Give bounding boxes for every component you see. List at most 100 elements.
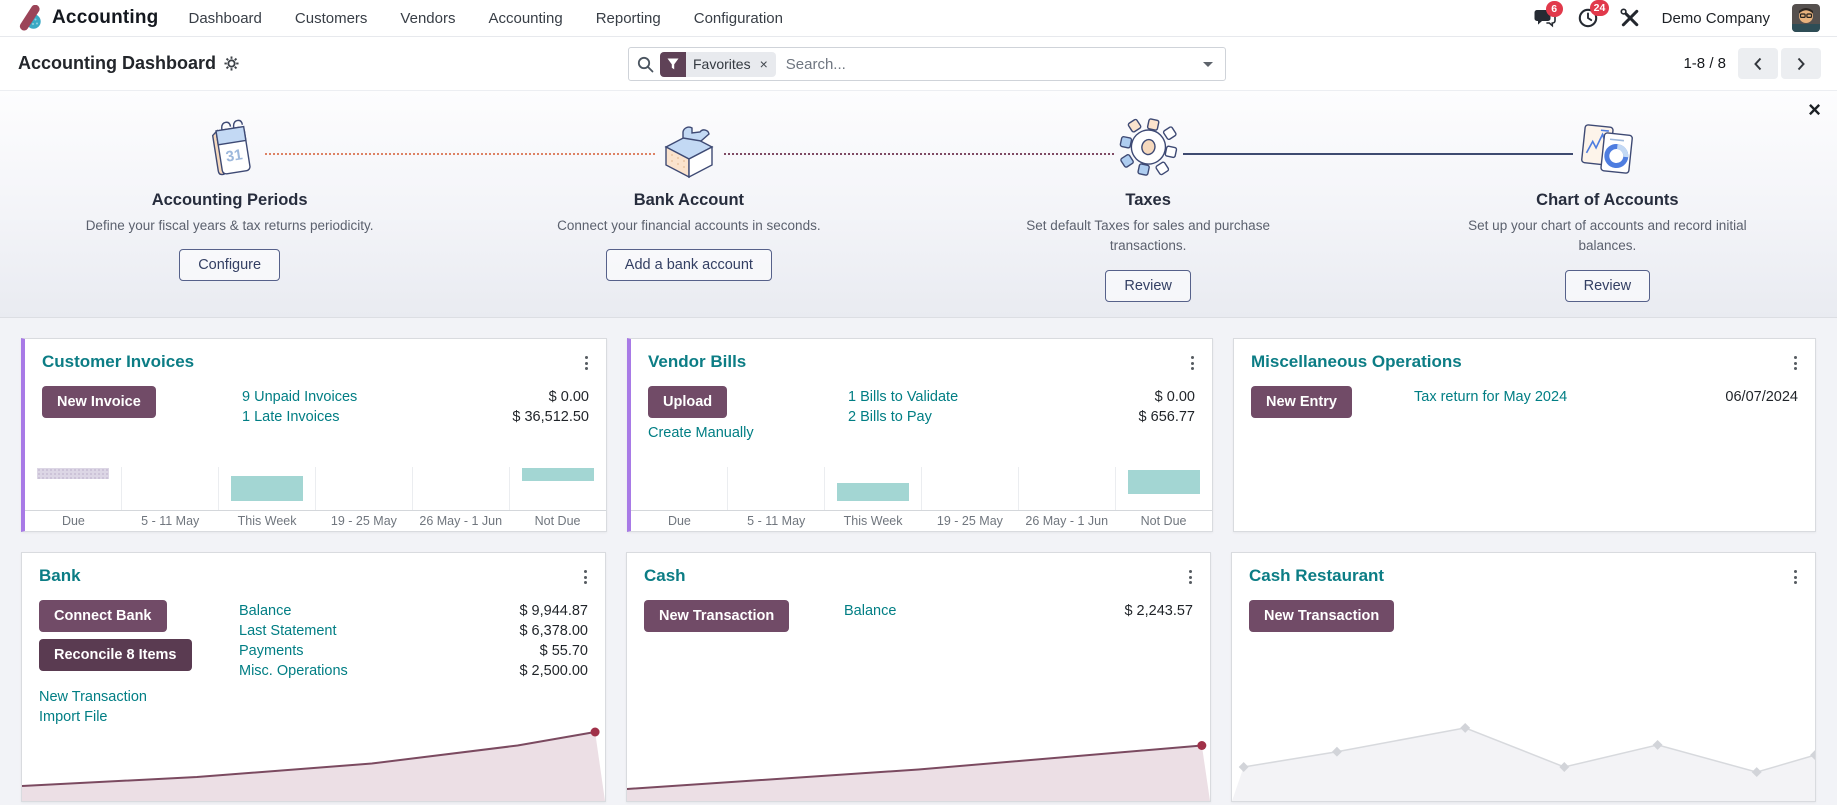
activities-badge: 24 [1589,0,1610,16]
kebab-menu-icon[interactable] [1788,566,1803,588]
card-title-vendor-bills[interactable]: Vendor Bills [648,352,746,372]
cash-restaurant-trend-chart [1232,716,1815,801]
review-chart-of-accounts-button[interactable]: Review [1564,269,1651,302]
connect-bank-button[interactable]: Connect Bank [39,600,167,632]
gear-illustration-icon [1116,111,1180,181]
bank-payments-amount: $ 55.70 [539,643,588,659]
step-title: Taxes [1125,191,1171,209]
kpi-row: Balance $ 9,944.87 [239,603,588,619]
step-accounting-periods: 31 Accounting Periods Define your fiscal… [0,111,459,302]
card-title-cash-restaurant[interactable]: Cash Restaurant [1249,566,1384,586]
menu-configuration[interactable]: Configuration [694,10,783,27]
step-description: Connect your financial accounts in secon… [557,218,821,233]
activities-button[interactable]: 24 [1578,0,1610,28]
onboarding-steps: 31 Accounting Periods Define your fiscal… [0,91,1837,302]
filter-remove-icon[interactable]: × [758,57,776,71]
filter-funnel-icon[interactable] [660,51,686,77]
kpi-row: Tax return for May 2024 06/07/2024 [1414,389,1798,405]
card-vendor-bills: Vendor Bills Upload Create Manually 1 Bi… [627,338,1213,532]
new-invoice-button[interactable]: New Invoice [42,386,156,418]
banner-close-icon[interactable]: × [1808,99,1821,121]
onboarding-banner: × 31 Accounting Periods Define your fisc… [0,90,1837,318]
apps-menu-button[interactable]: Accounting [17,5,159,31]
kebab-menu-icon[interactable] [1185,352,1200,374]
menu-dashboard[interactable]: Dashboard [189,10,262,27]
customer-invoices-chart: Due 5 - 11 May This Week 19 - 25 May 26 May … [25,467,606,531]
card-title-customer-invoices[interactable]: Customer Invoices [42,352,194,372]
bank-balance-link[interactable]: Balance [239,603,291,619]
kebab-menu-icon[interactable] [578,566,593,588]
pager-next-button[interactable] [1781,48,1821,79]
cash-balance-link[interactable]: Balance [844,603,896,619]
card-cash-restaurant: Cash Restaurant New Transaction [1231,552,1816,802]
card-title-cash[interactable]: Cash [644,566,686,586]
puzzle-icon [654,111,724,181]
tax-return-link[interactable]: Tax return for May 2024 [1414,389,1567,405]
step-description: Set up your chart of accounts and record… [1468,218,1747,254]
top-navbar: Accounting Dashboard Customers Vendors A… [0,0,1837,37]
bank-new-transaction-link[interactable]: New Transaction [39,689,147,705]
kpi-row: 1 Bills to Validate $ 0.00 [848,389,1195,405]
messages-button[interactable]: 6 [1534,0,1563,28]
view-settings-gear-icon[interactable] [224,56,239,71]
bank-balance-amount: $ 9,944.87 [519,603,588,619]
upload-bill-button[interactable]: Upload [648,386,728,418]
menu-reporting[interactable]: Reporting [596,10,661,27]
chevron-right-icon [1797,57,1805,70]
favorites-filter-chip: Favorites × [660,51,776,77]
kebab-menu-icon[interactable] [1788,352,1803,374]
kpi-row: Last Statement $ 6,378.00 [239,623,588,639]
vendor-bills-chart: Due 5 - 11 May This Week 19 - 25 May 26 May … [631,467,1212,531]
late-invoices-link[interactable]: 1 Late Invoices [242,409,340,425]
search-input[interactable] [775,55,1203,73]
reconcile-items-button[interactable]: Reconcile 8 Items [39,639,192,671]
cash-restaurant-new-transaction-button[interactable]: New Transaction [1249,600,1395,632]
review-taxes-button[interactable]: Review [1105,269,1191,302]
card-bank: Bank Connect Bank Reconcile 8 Items New … [21,552,606,802]
control-panel: Accounting Dashboard Favorites × Search.… [0,37,1837,90]
add-bank-account-button[interactable]: Add a bank account [605,249,772,282]
unpaid-invoices-link[interactable]: 9 Unpaid Invoices [242,389,357,405]
bank-misc-operations-amount: $ 2,500.00 [519,663,588,679]
step-title: Bank Account [633,191,745,209]
company-switcher[interactable]: Demo Company [1662,10,1770,27]
create-manually-link[interactable]: Create Manually [648,425,754,441]
tools-icon [1620,8,1638,27]
dashboard-cards: Customer Invoices New Invoice 9 Unpaid I… [0,318,1837,802]
bills-to-pay-link[interactable]: 2 Bills to Pay [848,409,932,425]
bank-last-statement-link[interactable]: Last Statement [239,623,337,639]
step-title: Chart of Accounts [1536,191,1679,209]
kpi-row: 2 Bills to Pay $ 656.77 [848,409,1195,425]
kpi-row: 1 Late Invoices $ 36,512.50 [242,409,589,425]
menu-vendors[interactable]: Vendors [400,10,455,27]
pager: 1-8 / 8 [1683,37,1821,90]
cash-balance-amount: $ 2,243.57 [1124,603,1193,619]
step-description: Set default Taxes for sales and purchase… [1026,218,1270,254]
kpi-row: Balance $ 2,243.57 [844,603,1193,619]
pager-previous-button[interactable] [1738,48,1778,79]
card-title-miscellaneous-operations[interactable]: Miscellaneous Operations [1251,352,1462,372]
menu-accounting[interactable]: Accounting [488,10,562,27]
app-name: Accounting [52,7,159,28]
bank-import-file-link[interactable]: Import File [39,709,147,725]
new-entry-button[interactable]: New Entry [1251,386,1352,418]
card-title-bank[interactable]: Bank [39,566,81,586]
menu-customers[interactable]: Customers [295,10,368,27]
bank-payments-link[interactable]: Payments [239,643,303,659]
debug-tools-button[interactable] [1620,8,1640,28]
accounting-app-icon [19,5,41,31]
breadcrumb: Accounting Dashboard [18,53,239,74]
bills-to-validate-link[interactable]: 1 Bills to Validate [848,389,958,405]
cash-new-transaction-button[interactable]: New Transaction [644,600,790,632]
step-description: Define your fiscal years & tax returns p… [85,218,374,233]
user-avatar[interactable] [1792,4,1820,32]
chevron-left-icon [1754,57,1762,70]
chart-docs-icon [1575,111,1639,181]
kebab-menu-icon[interactable] [1183,566,1198,588]
navbar-systray: 6 24 Demo Company [1534,0,1820,32]
search-dropdown-caret-icon[interactable] [1203,61,1213,67]
configure-periods-button[interactable]: Configure [179,249,281,282]
kebab-menu-icon[interactable] [579,352,594,374]
kpi-row: 9 Unpaid Invoices $ 0.00 [242,389,589,405]
bank-misc-operations-link[interactable]: Misc. Operations [239,663,348,679]
